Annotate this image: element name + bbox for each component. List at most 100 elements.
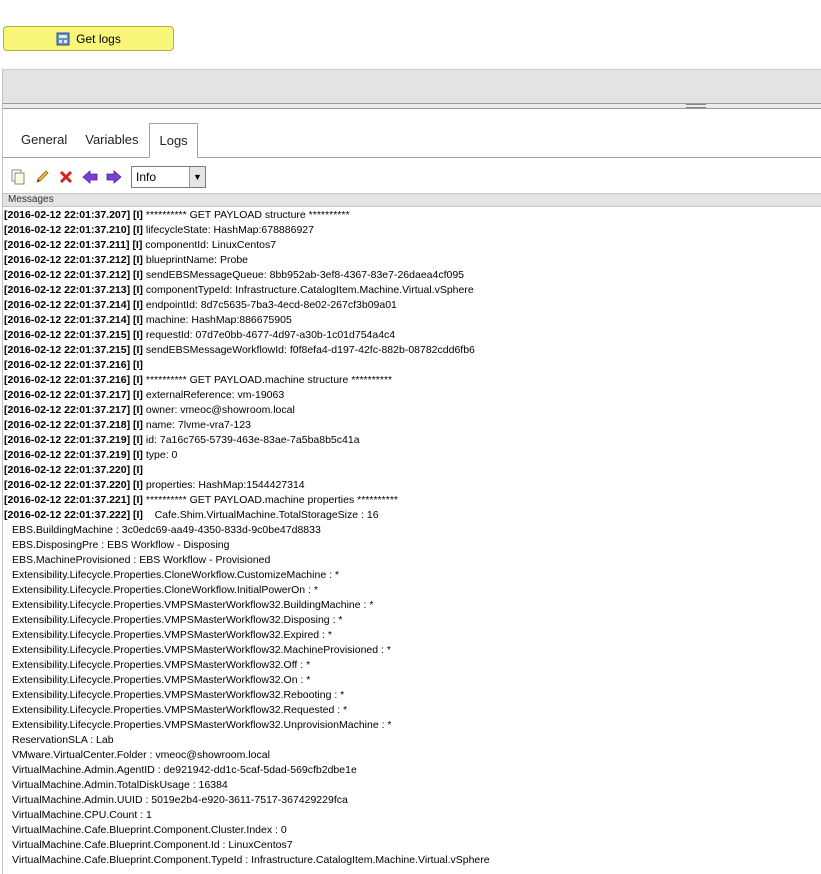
log-level: [I] bbox=[133, 434, 143, 446]
tab-variables[interactable]: Variables bbox=[76, 132, 147, 157]
log-message: sendEBSMessageQueue: 8bb952ab-3ef8-4367-… bbox=[145, 269, 465, 281]
log-timestamp: [2016-02-12 22:01:37.218] bbox=[4, 419, 131, 431]
log-timestamp: [2016-02-12 22:01:37.222] bbox=[4, 509, 131, 521]
log-level-value: Info bbox=[136, 170, 157, 184]
log-message: endpointId: 8d7c5635-7ba3-4ecd-8e02-267c… bbox=[145, 299, 397, 311]
messages-column-header: Messages bbox=[3, 193, 821, 207]
log-level: [I] bbox=[132, 239, 143, 251]
log-timestamp: [2016-02-12 22:01:37.212] bbox=[4, 269, 131, 281]
log-message: lifecycleState: HashMap:678886927 bbox=[145, 224, 314, 236]
log-level: [I] bbox=[133, 464, 143, 476]
log-message: machine: HashMap:886675905 bbox=[145, 314, 292, 326]
log-property-row: VirtualMachine.Admin.AgentID : de921942-… bbox=[12, 764, 357, 776]
tab-bar: General Variables Logs bbox=[3, 122, 821, 158]
log-row: [2016-02-12 22:01:37.210] [I] lifecycleS… bbox=[3, 223, 821, 238]
tab-logs[interactable]: Logs bbox=[149, 123, 198, 158]
log-property-row: VirtualMachine.CPU.Count : 1 bbox=[12, 809, 152, 821]
log-level: [I] bbox=[133, 314, 143, 326]
log-message: externalReference: vm-19063 bbox=[145, 389, 285, 401]
log-row: [2016-02-12 22:01:37.214] [I] machine: H… bbox=[3, 313, 821, 328]
log-timestamp: [2016-02-12 22:01:37.219] bbox=[4, 449, 131, 461]
log-property-row: VirtualMachine.Cafe.Blueprint.Component.… bbox=[12, 824, 287, 836]
log-property-row: Extensibility.Lifecycle.Properties.VMPSM… bbox=[12, 704, 348, 716]
log-timestamp: [2016-02-12 22:01:37.212] bbox=[4, 254, 131, 266]
log-message: ********** GET PAYLOAD structure *******… bbox=[145, 209, 350, 221]
log-level: [I] bbox=[133, 299, 143, 311]
log-property-row: Extensibility.Lifecycle.Properties.VMPSM… bbox=[12, 599, 374, 611]
log-property-row: Extensibility.Lifecycle.Properties.VMPSM… bbox=[12, 719, 392, 731]
log-row: [2016-02-12 22:01:37.217] [I] externalRe… bbox=[3, 388, 821, 403]
log-message: properties: HashMap:1544427314 bbox=[145, 479, 305, 491]
log-property-row: EBS.MachineProvisioned : EBS Workflow - … bbox=[12, 554, 271, 566]
log-level: [I] bbox=[133, 389, 143, 401]
arrow-right-icon[interactable] bbox=[105, 168, 123, 186]
log-timestamp: [2016-02-12 22:01:37.207] bbox=[4, 209, 131, 221]
log-property-row: Extensibility.Lifecycle.Properties.VMPSM… bbox=[12, 659, 311, 671]
log-row: [2016-02-12 22:01:37.219] [I] id: 7a16c7… bbox=[3, 433, 821, 448]
log-message: ********** GET PAYLOAD.machine propertie… bbox=[145, 494, 398, 506]
log-row: [2016-02-12 22:01:37.212] [I] sendEBSMes… bbox=[3, 268, 821, 283]
log-level: [I] bbox=[133, 284, 143, 296]
log-timestamp: [2016-02-12 22:01:37.220] bbox=[4, 464, 131, 476]
log-level-select[interactable]: Info ▼ bbox=[131, 166, 206, 188]
log-timestamp: [2016-02-12 22:01:37.211] bbox=[4, 239, 130, 251]
log-row: [2016-02-12 22:01:37.213] [I] componentT… bbox=[3, 283, 821, 298]
log-row: [2016-02-12 22:01:37.211] [I] componentI… bbox=[3, 238, 821, 253]
log-timestamp: [2016-02-12 22:01:37.220] bbox=[4, 479, 131, 491]
get-logs-button[interactable]: Get logs bbox=[3, 26, 174, 51]
log-timestamp: [2016-02-12 22:01:37.219] bbox=[4, 434, 131, 446]
log-level: [I] bbox=[133, 509, 143, 521]
chevron-down-icon[interactable]: ▼ bbox=[189, 167, 205, 187]
log-property-row: Extensibility.Lifecycle.Properties.Clone… bbox=[12, 584, 318, 596]
log-message: Cafe.Shim.VirtualMachine.TotalStorageSiz… bbox=[145, 509, 379, 521]
delete-icon[interactable] bbox=[57, 168, 75, 186]
copy-icon[interactable] bbox=[9, 168, 27, 186]
log-property-row: VirtualMachine.Cafe.Blueprint.Component.… bbox=[12, 854, 490, 866]
log-message: type: 0 bbox=[145, 449, 178, 461]
log-message: ********** GET PAYLOAD.machine structure… bbox=[145, 374, 393, 386]
log-property-row: ReservationSLA : Lab bbox=[12, 734, 114, 746]
arrow-left-icon[interactable] bbox=[81, 168, 99, 186]
log-message: componentId: LinuxCentos7 bbox=[145, 239, 277, 251]
log-property-row: EBS.BuildingMachine : 3c0edc69-aa49-4350… bbox=[12, 524, 321, 536]
log-level: [I] bbox=[133, 374, 143, 386]
log-row: [2016-02-12 22:01:37.219] [I] type: 0 bbox=[3, 448, 821, 463]
log-level: [I] bbox=[133, 449, 143, 461]
log-message: id: 7a16c765-5739-463e-83ae-7a5ba8b5c41a bbox=[145, 434, 360, 446]
log-timestamp: [2016-02-12 22:01:37.214] bbox=[4, 299, 131, 311]
log-message: componentTypeId: Infrastructure.CatalogI… bbox=[145, 284, 474, 296]
log-message: owner: vmeoc@showroom.local bbox=[145, 404, 295, 416]
log-timestamp: [2016-02-12 22:01:37.217] bbox=[4, 404, 131, 416]
log-timestamp: [2016-02-12 22:01:37.215] bbox=[4, 344, 131, 356]
log-timestamp: [2016-02-12 22:01:37.210] bbox=[4, 224, 131, 236]
log-row: [2016-02-12 22:01:37.220] [I] bbox=[3, 463, 821, 478]
log-level: [I] bbox=[133, 224, 143, 236]
edit-icon[interactable] bbox=[33, 168, 51, 186]
header-band bbox=[3, 69, 821, 103]
log-timestamp: [2016-02-12 22:01:37.216] bbox=[4, 359, 131, 371]
log-level: [I] bbox=[133, 359, 143, 371]
log-property-row: EBS.DisposingPre : EBS Workflow - Dispos… bbox=[12, 539, 230, 551]
logs-icon bbox=[56, 32, 70, 46]
log-timestamp: [2016-02-12 22:01:37.217] bbox=[4, 389, 131, 401]
log-level: [I] bbox=[133, 254, 143, 266]
log-level: [I] bbox=[133, 209, 143, 221]
tab-general[interactable]: General bbox=[3, 132, 76, 157]
splitter-grip-icon[interactable] bbox=[686, 104, 706, 108]
log-property-row: Extensibility.Lifecycle.Properties.VMPSM… bbox=[12, 629, 332, 641]
log-property-row: Extensibility.Lifecycle.Properties.Clone… bbox=[12, 569, 339, 581]
log-level: [I] bbox=[133, 404, 143, 416]
log-level: [I] bbox=[133, 479, 143, 491]
log-row: [2016-02-12 22:01:37.212] [I] blueprintN… bbox=[3, 253, 821, 268]
log-row: [2016-02-12 22:01:37.218] [I] name: 7lvm… bbox=[3, 418, 821, 433]
pane-splitter[interactable] bbox=[3, 103, 821, 109]
log-message: name: 7lvme-vra7-123 bbox=[145, 419, 251, 431]
get-logs-label: Get logs bbox=[76, 31, 121, 46]
log-level: [I] bbox=[133, 494, 143, 506]
log-message: sendEBSMessageWorkflowId: f0f8efa4-d197-… bbox=[145, 344, 475, 356]
log-timestamp: [2016-02-12 22:01:37.221] bbox=[4, 494, 131, 506]
log-row: [2016-02-12 22:01:37.216] [I] **********… bbox=[3, 373, 821, 388]
log-property-row: Extensibility.Lifecycle.Properties.VMPSM… bbox=[12, 674, 311, 686]
log-level: [I] bbox=[133, 344, 143, 356]
log-message: requestId: 07d7e0bb-4677-4d97-a30b-1c01d… bbox=[145, 329, 396, 341]
